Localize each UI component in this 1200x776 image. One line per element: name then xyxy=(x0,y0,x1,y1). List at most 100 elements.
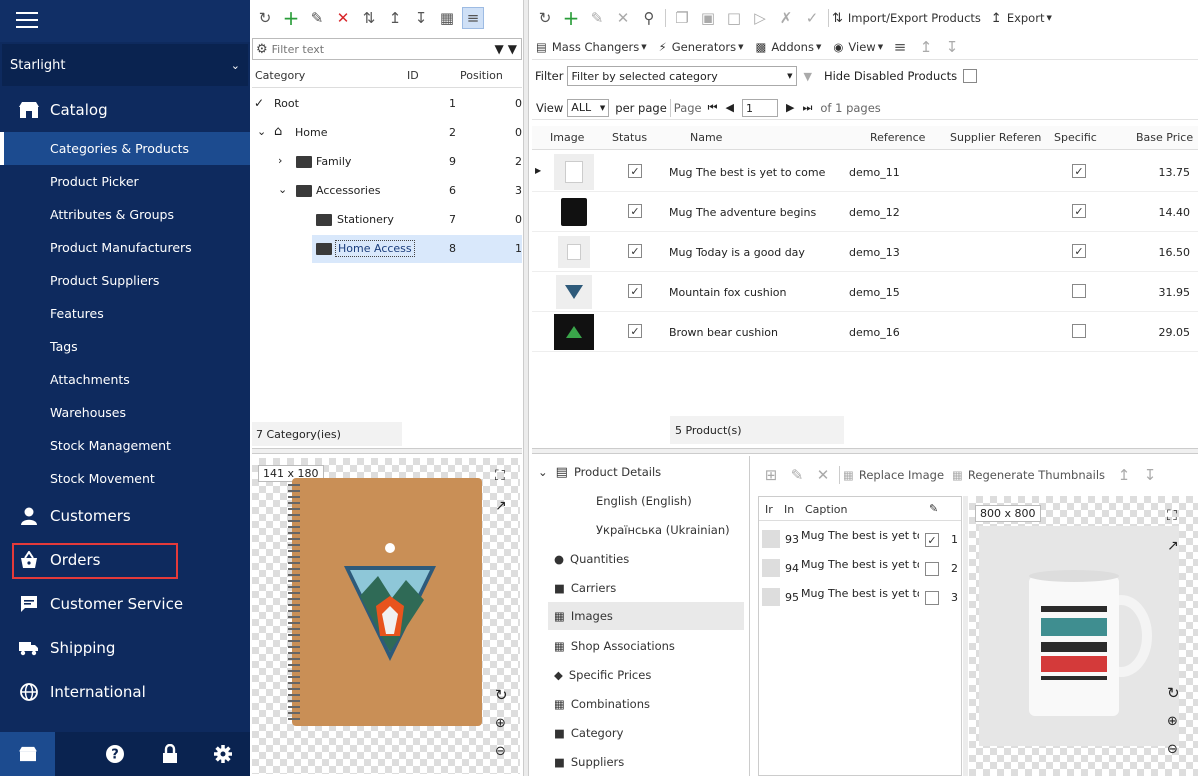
last-page-icon[interactable]: ⏭ xyxy=(802,101,812,115)
details-item-ukrainian[interactable]: Українська (Ukrainian) xyxy=(596,520,730,540)
cover-checkbox[interactable] xyxy=(925,562,939,576)
move-down-icon[interactable]: ↧ xyxy=(1139,464,1161,486)
fullscreen-icon[interactable]: ⛶ xyxy=(495,468,505,484)
status-checkbox[interactable]: ✓ xyxy=(628,164,642,178)
tree-row[interactable]: ⌄ ⌂ Home 2 0 xyxy=(252,119,522,147)
tree-row-selected[interactable]: Home Access 8 1 xyxy=(312,235,522,263)
cover-checkbox[interactable]: ✓ xyxy=(925,533,939,547)
delete-icon[interactable]: ✕ xyxy=(812,464,834,486)
addons-button[interactable]: ▩ Addons ▼ xyxy=(755,40,821,54)
zoom-out-icon[interactable]: ⊖ xyxy=(1167,742,1178,757)
col-status[interactable]: Status xyxy=(612,131,647,144)
gear-icon[interactable] xyxy=(208,732,238,776)
assign-icon[interactable]: ▷ xyxy=(749,7,771,29)
search-icon[interactable]: ⚲ xyxy=(638,7,660,29)
nav-product-suppliers[interactable]: Product Suppliers xyxy=(0,264,250,297)
col-base-price[interactable]: Base Price xyxy=(1136,131,1193,144)
refresh-icon[interactable]: ↻ xyxy=(534,7,556,29)
image-row[interactable]: 94 Mug The best is yet to 2 xyxy=(759,554,961,582)
col-reference[interactable]: Reference xyxy=(870,131,925,144)
add-image-icon[interactable]: ⊞ xyxy=(760,464,782,486)
nav-categories-products[interactable]: Categories & Products xyxy=(0,132,250,165)
vertical-splitter[interactable] xyxy=(963,496,968,776)
filter-select[interactable]: Filter by selected category ▼ xyxy=(567,66,798,86)
product-row[interactable]: ✓ Mountain fox cushion demo_15 31.95 xyxy=(532,272,1198,312)
status-checkbox[interactable]: ✓ xyxy=(628,324,642,338)
sort-icon[interactable]: ⇅ xyxy=(358,7,380,29)
nav-stock-movement[interactable]: Stock Movement xyxy=(0,462,250,495)
add-icon[interactable]: + xyxy=(560,6,582,30)
nav-customer-service[interactable]: Customer Service xyxy=(0,582,250,626)
nav-product-picker[interactable]: Product Picker xyxy=(0,165,250,198)
tree-row[interactable]: › Family 9 2 xyxy=(252,148,522,176)
delete-icon[interactable]: ✕ xyxy=(332,7,354,29)
help-icon[interactable]: ? xyxy=(100,732,130,776)
fullscreen-icon[interactable]: ⛶ xyxy=(1167,508,1177,524)
edit-icon[interactable]: ✎ xyxy=(586,7,608,29)
specific-checkbox[interactable]: ✓ xyxy=(1072,164,1086,178)
tree-row[interactable]: ⌄ Accessories 6 3 xyxy=(252,177,522,205)
nav-international[interactable]: International xyxy=(0,670,250,714)
status-checkbox[interactable]: ✓ xyxy=(628,244,642,258)
image-icon[interactable]: ▦ xyxy=(436,7,458,29)
refresh-icon[interactable]: ↻ xyxy=(254,7,276,29)
open-external-icon[interactable]: ↗ xyxy=(495,498,507,514)
export-button[interactable]: ↥ Export ▼ xyxy=(991,11,1052,26)
specific-checkbox[interactable] xyxy=(1072,284,1086,298)
edit-column-icon[interactable]: ✎ xyxy=(929,502,938,515)
details-item-images[interactable]: ▦ Images xyxy=(548,602,744,630)
details-item-category[interactable]: ■ Category xyxy=(554,723,623,743)
rotate-icon[interactable]: ↻ xyxy=(495,686,508,704)
product-row[interactable]: ✓ Mug Today is a good day demo_13 ✓ 16.5… xyxy=(532,232,1198,272)
col-category[interactable]: Category xyxy=(255,69,305,82)
col-name[interactable]: Name xyxy=(690,131,722,144)
specific-checkbox[interactable]: ✓ xyxy=(1072,244,1086,258)
nav-tags[interactable]: Tags xyxy=(0,330,250,363)
sort-alpha-icon[interactable]: ≡ xyxy=(889,36,911,58)
vertical-splitter[interactable] xyxy=(523,0,529,776)
zoom-out-icon[interactable]: ⊖ xyxy=(495,744,506,759)
edit-icon[interactable]: ✎ xyxy=(306,7,328,29)
col-image-id[interactable]: In xyxy=(784,503,794,516)
clear-filter-icon[interactable]: ▼ xyxy=(803,70,811,83)
store-icon[interactable] xyxy=(0,732,55,776)
gear-icon[interactable]: ⚙ xyxy=(256,42,268,57)
import-export-button[interactable]: ⇅ Import/Export Products xyxy=(832,11,981,26)
unassign-icon[interactable]: ✗ xyxy=(775,7,797,29)
generators-button[interactable]: ⚡ Generators ▼ xyxy=(659,40,744,54)
product-row[interactable]: ▶ ✓ Mug The best is yet to come demo_11 … xyxy=(532,152,1198,192)
nav-attributes-groups[interactable]: Attributes & Groups xyxy=(0,198,250,231)
move-up-icon[interactable]: ↥ xyxy=(1113,464,1135,486)
details-item-suppliers[interactable]: ■ Suppliers xyxy=(554,752,624,772)
tree-row[interactable]: ✓ Root 1 0 xyxy=(252,90,522,118)
details-item-quantities[interactable]: ● Quantities xyxy=(554,549,629,569)
horizontal-splitter[interactable] xyxy=(252,448,522,454)
next-page-icon[interactable]: ▶ xyxy=(786,101,794,114)
mass-changers-button[interactable]: ▤ Mass Changers ▼ xyxy=(536,40,647,54)
first-page-icon[interactable]: ⏮ xyxy=(708,101,718,115)
col-specific[interactable]: Specific xyxy=(1054,131,1097,144)
move-up-icon[interactable]: ↥ xyxy=(384,7,406,29)
store-selector[interactable]: Starlight ⌄ xyxy=(2,44,248,86)
zoom-in-icon[interactable]: ⊕ xyxy=(1167,714,1178,729)
move-down-icon[interactable]: ↧ xyxy=(410,7,432,29)
details-item-specific-prices[interactable]: ◆ Specific Prices xyxy=(554,665,651,685)
nav-stock-management[interactable]: Stock Management xyxy=(0,429,250,462)
page-input[interactable]: 1 xyxy=(742,98,778,117)
replace-image-button[interactable]: ▦ Replace Image xyxy=(843,468,944,482)
view-button[interactable]: ◉ View ▼ xyxy=(833,40,883,54)
col-supplier-reference[interactable]: Supplier Referenc xyxy=(950,131,1042,144)
chevron-down-icon[interactable]: ⌄ xyxy=(257,125,266,138)
details-item-product-details[interactable]: ⌄ ▤ Product Details xyxy=(538,462,661,482)
check-icon[interactable]: ✓ xyxy=(801,7,823,29)
open-external-icon[interactable]: ↗ xyxy=(1167,538,1179,554)
paste-icon[interactable]: ▣ xyxy=(697,7,719,29)
col-id[interactable]: ID xyxy=(407,69,419,82)
nav-catalog[interactable]: Catalog xyxy=(0,88,250,132)
delete-icon[interactable]: ✕ xyxy=(612,7,634,29)
duplicate-icon[interactable]: □ xyxy=(723,7,745,29)
details-item-combinations[interactable]: ▦ Combinations xyxy=(554,694,650,714)
menu-icon[interactable] xyxy=(16,12,38,30)
horizontal-splitter[interactable] xyxy=(532,448,1198,454)
category-filter-input[interactable] xyxy=(271,42,472,56)
